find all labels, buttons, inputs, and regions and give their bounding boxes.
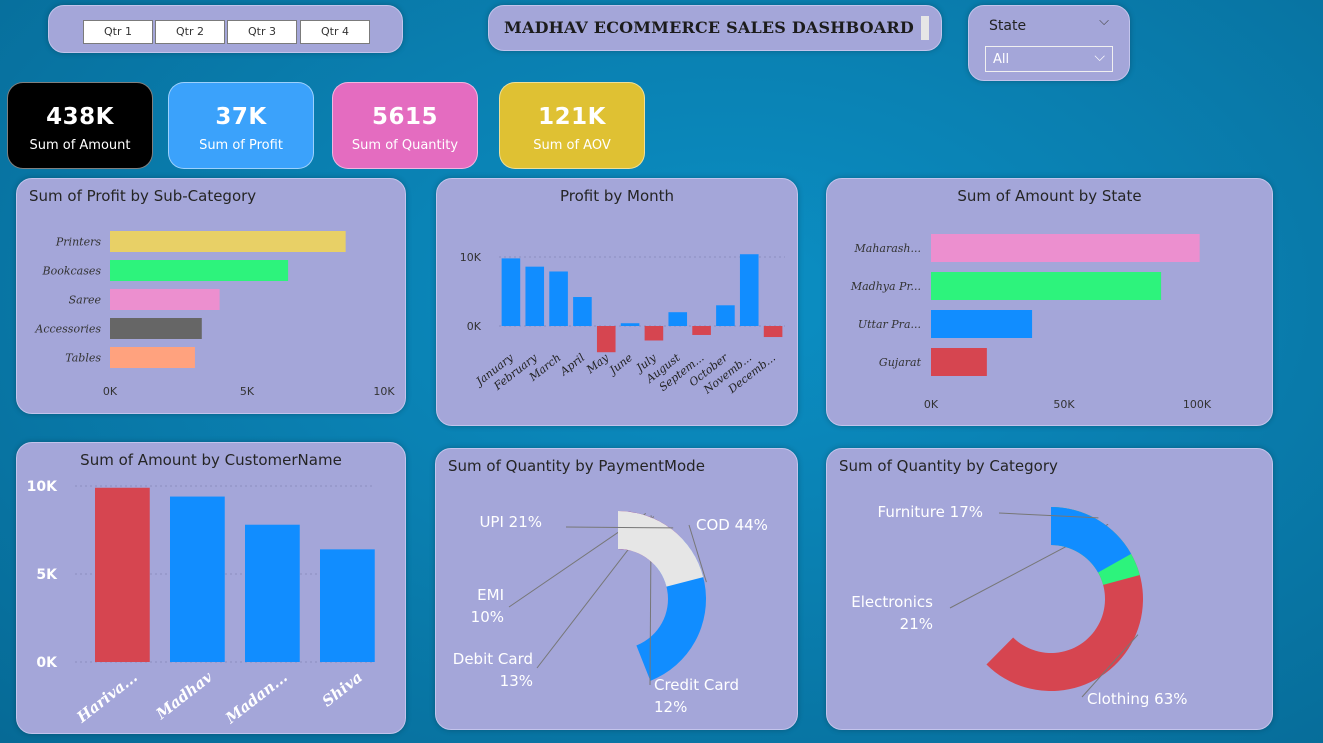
slice-label: Clothing 63%: [1087, 690, 1188, 708]
bar: [110, 289, 220, 310]
x-tick-label: 50K: [1053, 398, 1075, 411]
dashboard-title-box: MADHAV ECOMMERCE SALES DASHBOARD: [488, 5, 942, 51]
bar: [692, 326, 711, 335]
kpi-caption: Sum of Quantity: [351, 138, 459, 153]
state-filter: State ⌵ All ⌵: [968, 5, 1130, 81]
kpi-caption: Sum of Amount: [29, 138, 131, 153]
kpi-card-amount: 438K Sum of Amount: [7, 82, 153, 169]
y-tick-label: 10K: [27, 479, 58, 495]
kpi-card-profit: 37K Sum of Profit: [168, 82, 314, 169]
slice-label: Furniture 17%: [878, 503, 983, 521]
slice-label: UPI 21%: [479, 513, 542, 531]
x-tick-label: May: [583, 351, 611, 377]
bar: [931, 348, 987, 376]
bar: [110, 231, 346, 252]
kpi-caption: Sum of Profit: [199, 138, 283, 153]
bar: [95, 487, 150, 662]
kpi-value: 438K: [46, 104, 114, 130]
x-tick-label: Madhav: [152, 668, 216, 724]
bar: [245, 524, 300, 662]
x-tick-label: April: [557, 351, 588, 379]
y-tick-label: 0K: [467, 320, 482, 333]
slice: [618, 511, 704, 587]
state-dropdown[interactable]: All ⌵: [985, 46, 1113, 72]
bar: [501, 258, 521, 326]
bar: [644, 326, 664, 341]
qtr2-button[interactable]: Qtr 2: [155, 20, 225, 44]
qtr4-button[interactable]: Qtr 4: [300, 20, 370, 44]
amount-by-state-chart: Maharash... Madhya Pr... Uttar Pra... Gujar…: [850, 234, 1212, 411]
bar: [931, 310, 1033, 338]
kpi-card-aov: 121K Sum of AOV: [499, 82, 645, 169]
bar: [668, 312, 688, 326]
quantity-by-category-panel: Sum of Quantity by Category Clothing 63%…: [826, 448, 1273, 730]
x-tick-label: 0K: [103, 385, 118, 398]
kpi-value: 5615: [371, 104, 438, 130]
category-label: Tables: [65, 352, 101, 365]
category-label: Bookcases: [41, 265, 101, 278]
quantity-by-category-chart: Clothing 63% Electronics 21% Furniture 17%: [851, 503, 1188, 708]
y-tick-label: 0K: [36, 655, 58, 671]
slice-label: COD 44%: [696, 516, 768, 534]
amount-by-customer-chart: 10K 5K 0K Hariva... Madhav Madan... Shiva: [27, 479, 375, 728]
bar: [931, 234, 1200, 262]
x-tick-label: 100K: [1183, 398, 1212, 411]
bar: [716, 305, 735, 326]
bar: [763, 326, 783, 338]
quantity-by-paymentmode-chart: COD 44% Credit Card 12% Debit Card 13% EMI 10%…: [453, 511, 768, 716]
bar: [549, 271, 568, 326]
category-label: Accessories: [34, 323, 101, 336]
bar: [596, 326, 616, 353]
x-tick-label: 0K: [924, 398, 939, 411]
chevron-down-icon[interactable]: ⌵: [1099, 14, 1109, 29]
category-label: Gujarat: [879, 356, 922, 369]
bar: [110, 347, 195, 368]
dropdown-arrow-icon: ⌵: [1094, 49, 1105, 65]
state-filter-label: State: [989, 18, 1027, 34]
amount-by-state-panel: Sum of Amount by State Maharash... Madhya…: [826, 178, 1273, 426]
amount-by-customer-panel: Sum of Amount by CustomerName 10K 5K 0K Har…: [16, 442, 406, 734]
dashboard-title: MADHAV ECOMMERCE SALES DASHBOARD: [504, 18, 914, 37]
kpi-value: 37K: [215, 104, 267, 130]
x-tick-label: 5K: [240, 385, 255, 398]
bar: [620, 323, 640, 326]
bar: [110, 318, 202, 339]
category-label: Printers: [55, 236, 101, 249]
slice-label: EMI 10%: [471, 586, 504, 626]
bar: [573, 297, 592, 326]
state-dropdown-value: All: [993, 52, 1010, 67]
title-scrollbar[interactable]: [921, 16, 929, 40]
category-label: Saree: [69, 294, 102, 307]
kpi-value: 121K: [538, 104, 606, 130]
category-label: Maharash...: [854, 242, 922, 255]
slice-label: Electronics 21%: [851, 593, 933, 633]
category-label: Uttar Pra...: [858, 318, 921, 331]
bar: [110, 260, 289, 281]
kpi-card-quantity: 5615 Sum of Quantity: [332, 82, 478, 169]
slice-label: Debit Card 13%: [453, 650, 533, 690]
bar: [739, 254, 759, 326]
bar: [525, 266, 545, 326]
bar: [320, 549, 375, 662]
kpi-caption: Sum of AOV: [533, 138, 611, 153]
profit-by-month-chart: 10K0KJanuaryFebruaryMarchAprilMayJune Jul…: [460, 251, 785, 397]
x-tick-label: June: [606, 351, 636, 378]
bar: [931, 272, 1162, 300]
x-tick-label: Madan...: [221, 668, 290, 728]
x-tick-label: 10K: [373, 385, 395, 398]
profit-by-subcategory-chart: Printers Bookcases Saree Accessories Tables 0…: [34, 231, 395, 398]
y-tick-label: 5K: [36, 567, 58, 583]
qtr3-button[interactable]: Qtr 3: [227, 20, 297, 44]
slice-label: Credit Card 12%: [654, 676, 739, 716]
qtr1-button[interactable]: Qtr 1: [83, 20, 153, 44]
bar: [170, 496, 225, 662]
x-tick-label: Shiva: [319, 668, 366, 710]
category-label: Madhya Pr...: [850, 280, 921, 293]
quarter-slicer: Qtr 1 Qtr 2 Qtr 3 Qtr 4: [48, 5, 403, 53]
quantity-by-paymentmode-panel: Sum of Quantity by PaymentMode COD 44% Cr…: [435, 448, 798, 730]
profit-by-subcategory-panel: Sum of Profit by Sub-Category Printers Bo…: [16, 178, 406, 414]
y-tick-label: 10K: [460, 251, 482, 264]
x-tick-label: Hariva...: [73, 668, 141, 727]
profit-by-month-panel: Profit by Month 10K 0K January February Marc…: [436, 178, 798, 426]
